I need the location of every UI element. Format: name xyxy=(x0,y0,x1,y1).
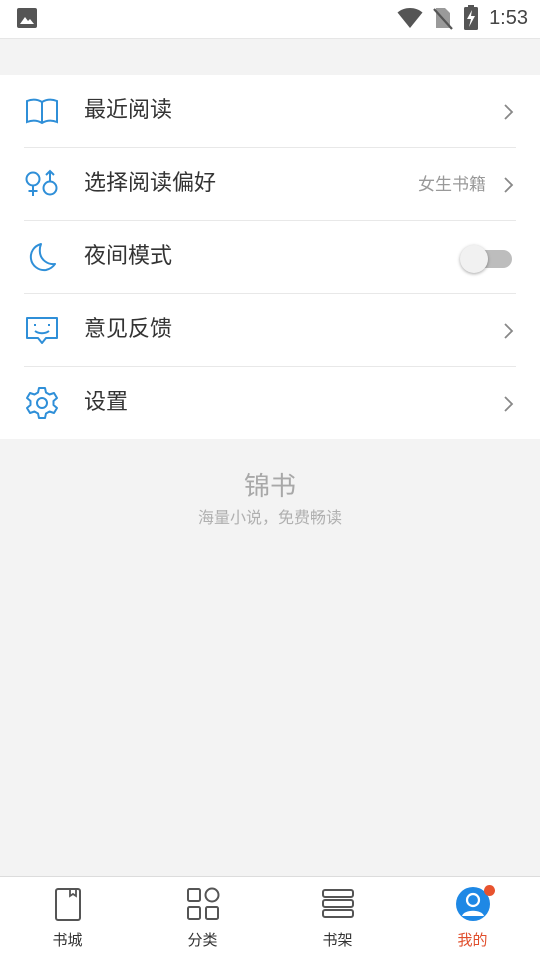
open-book-icon xyxy=(26,98,58,125)
brand-slogan: 海量小说，免费畅读 xyxy=(197,508,342,527)
tab-category[interactable]: 分类 xyxy=(135,877,270,960)
menu-item-reading-preference[interactable]: 选择阅读偏好 女生书籍 xyxy=(0,148,540,221)
bookshelf-icon xyxy=(321,889,354,918)
night-mode-toggle[interactable] xyxy=(460,245,512,273)
header-divider xyxy=(0,38,540,39)
bookstore-icon xyxy=(54,888,81,921)
gender-icon xyxy=(25,169,58,196)
menu-item-night-mode: 夜间模式 xyxy=(0,221,540,294)
wifi-icon xyxy=(397,8,423,28)
tab-label: 我的 xyxy=(457,931,488,949)
preference-value: 女生书籍 xyxy=(418,175,486,195)
chevron-right-icon xyxy=(504,104,514,120)
tab-profile[interactable]: 我的 xyxy=(405,877,540,960)
image-icon xyxy=(17,8,37,28)
menu-item-feedback[interactable]: 意见反馈 xyxy=(0,294,540,367)
menu-item-settings[interactable]: 设置 xyxy=(0,367,540,440)
status-time: 1:53 xyxy=(489,6,528,29)
category-icon xyxy=(186,887,219,920)
chevron-right-icon xyxy=(504,396,514,412)
tab-label: 书架 xyxy=(322,931,353,949)
menu-item-label: 选择阅读偏好 xyxy=(84,171,217,196)
tab-bookshelf[interactable]: 书架 xyxy=(270,877,405,960)
chevron-right-icon xyxy=(504,323,514,339)
bottom-tab-bar: 书城 分类 书架 我的 xyxy=(0,876,540,960)
brand-name: 锦书 xyxy=(243,472,296,502)
menu-item-label: 夜间模式 xyxy=(84,244,173,269)
tab-bookstore[interactable]: 书城 xyxy=(0,877,135,960)
chevron-right-icon xyxy=(504,177,514,193)
brand-block: 锦书 海量小说，免费畅读 xyxy=(0,470,540,530)
moon-icon xyxy=(29,243,56,272)
feedback-icon xyxy=(26,317,58,344)
battery-charging-icon xyxy=(464,5,479,30)
gear-icon xyxy=(26,387,58,419)
toggle-knob xyxy=(460,245,488,273)
notification-badge xyxy=(484,885,495,896)
no-sim-icon xyxy=(433,8,453,30)
menu-item-label: 意见反馈 xyxy=(84,317,173,342)
tab-label: 分类 xyxy=(187,931,218,949)
menu-item-recent-reading[interactable]: 最近阅读 xyxy=(0,75,540,148)
status-bar: 1:53 xyxy=(0,0,540,38)
menu-list: 最近阅读 选择阅读偏好 女生书籍 夜间模式 意见反馈 设置 xyxy=(0,75,540,439)
tab-label: 书城 xyxy=(52,931,83,949)
menu-item-label: 设置 xyxy=(84,390,129,415)
menu-item-label: 最近阅读 xyxy=(84,98,173,123)
